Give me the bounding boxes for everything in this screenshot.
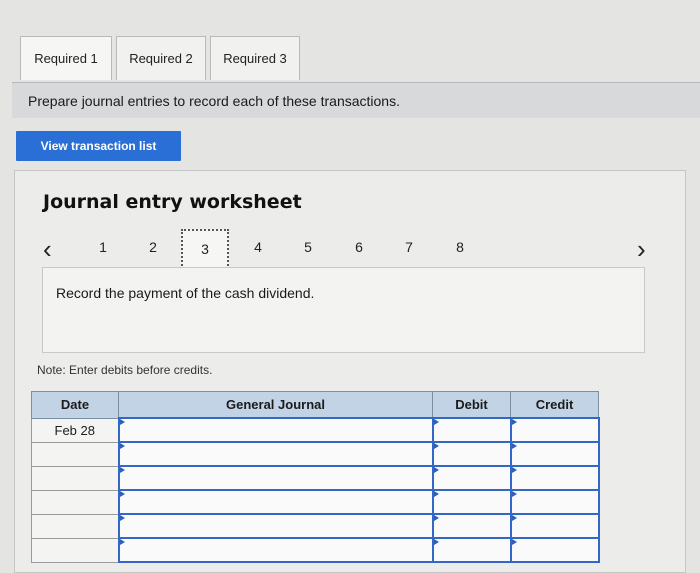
table-row xyxy=(31,441,600,467)
cell-marker-icon xyxy=(119,515,125,521)
transaction-prompt: Record the payment of the cash dividend. xyxy=(42,267,645,353)
credit-input[interactable] xyxy=(509,513,600,539)
debit-input[interactable] xyxy=(431,537,512,563)
account-input[interactable] xyxy=(117,465,434,491)
date-cell xyxy=(31,441,119,467)
page-6[interactable]: 6 xyxy=(349,239,369,255)
credit-input[interactable] xyxy=(509,441,600,467)
cell-marker-icon xyxy=(511,539,517,545)
page-8[interactable]: 8 xyxy=(450,239,470,255)
date-cell xyxy=(31,537,119,563)
table-row xyxy=(31,537,600,563)
page-1[interactable]: 1 xyxy=(93,239,113,255)
credit-input[interactable] xyxy=(509,465,600,491)
header-date: Date xyxy=(31,391,119,419)
header-general-journal: General Journal xyxy=(118,391,433,419)
table-row xyxy=(31,465,600,491)
cell-marker-icon xyxy=(433,467,439,473)
debit-input[interactable] xyxy=(431,513,512,539)
debit-input[interactable] xyxy=(431,417,512,443)
debit-input[interactable] xyxy=(431,489,512,515)
page-2[interactable]: 2 xyxy=(143,239,163,255)
tab-required-1[interactable]: Required 1 xyxy=(20,36,112,80)
cell-marker-icon xyxy=(119,491,125,497)
debit-input[interactable] xyxy=(431,441,512,467)
debit-input[interactable] xyxy=(431,465,512,491)
cell-marker-icon xyxy=(511,467,517,473)
account-input[interactable] xyxy=(117,417,434,443)
cell-marker-icon xyxy=(119,467,125,473)
instruction-bar: Prepare journal entries to record each o… xyxy=(12,82,700,118)
cell-marker-icon xyxy=(433,491,439,497)
chevron-left-icon[interactable]: ‹ xyxy=(43,236,52,262)
tab-required-3[interactable]: Required 3 xyxy=(210,36,300,80)
cell-marker-icon xyxy=(511,515,517,521)
table-row: Feb 28 xyxy=(31,417,600,443)
header-debit: Debit xyxy=(432,391,511,419)
table-header-row: Date General Journal Debit Credit xyxy=(31,391,599,419)
account-input[interactable] xyxy=(117,513,434,539)
credit-input[interactable] xyxy=(509,537,600,563)
cell-marker-icon xyxy=(511,419,517,425)
prompt-text: Record the payment of the cash dividend. xyxy=(56,285,315,301)
table-row xyxy=(31,489,600,515)
account-input[interactable] xyxy=(117,537,434,563)
requirement-tabs: Required 1 Required 2 Required 3 xyxy=(20,36,304,82)
page-5[interactable]: 5 xyxy=(298,239,318,255)
account-input[interactable] xyxy=(117,489,434,515)
page-4[interactable]: 4 xyxy=(248,239,268,255)
worksheet-title: Journal entry worksheet xyxy=(43,191,302,213)
tab-required-2[interactable]: Required 2 xyxy=(116,36,206,80)
date-cell: Feb 28 xyxy=(31,417,119,443)
date-cell xyxy=(31,465,119,491)
instruction-text: Prepare journal entries to record each o… xyxy=(28,92,400,109)
table-row xyxy=(31,513,600,539)
view-transaction-list-button[interactable]: View transaction list xyxy=(16,131,181,161)
cell-marker-icon xyxy=(433,539,439,545)
cell-marker-icon xyxy=(119,539,125,545)
journal-entry-worksheet: Journal entry worksheet ‹ 1 2 3 4 5 6 7 … xyxy=(14,170,686,573)
entry-note: Note: Enter debits before credits. xyxy=(37,363,213,377)
credit-input[interactable] xyxy=(509,417,600,443)
date-cell xyxy=(31,513,119,539)
cell-marker-icon xyxy=(119,443,125,449)
cell-marker-icon xyxy=(433,443,439,449)
credit-input[interactable] xyxy=(509,489,600,515)
cell-marker-icon xyxy=(433,515,439,521)
header-credit: Credit xyxy=(510,391,599,419)
cell-marker-icon xyxy=(119,419,125,425)
chevron-right-icon[interactable]: › xyxy=(637,236,646,262)
date-cell xyxy=(31,489,119,515)
account-input[interactable] xyxy=(117,441,434,467)
general-journal-table: Date General Journal Debit Credit Feb 28 xyxy=(31,391,600,563)
cell-marker-icon xyxy=(511,443,517,449)
cell-marker-icon xyxy=(511,491,517,497)
cell-marker-icon xyxy=(433,419,439,425)
page-7[interactable]: 7 xyxy=(399,239,419,255)
page-3[interactable]: 3 xyxy=(181,229,229,269)
